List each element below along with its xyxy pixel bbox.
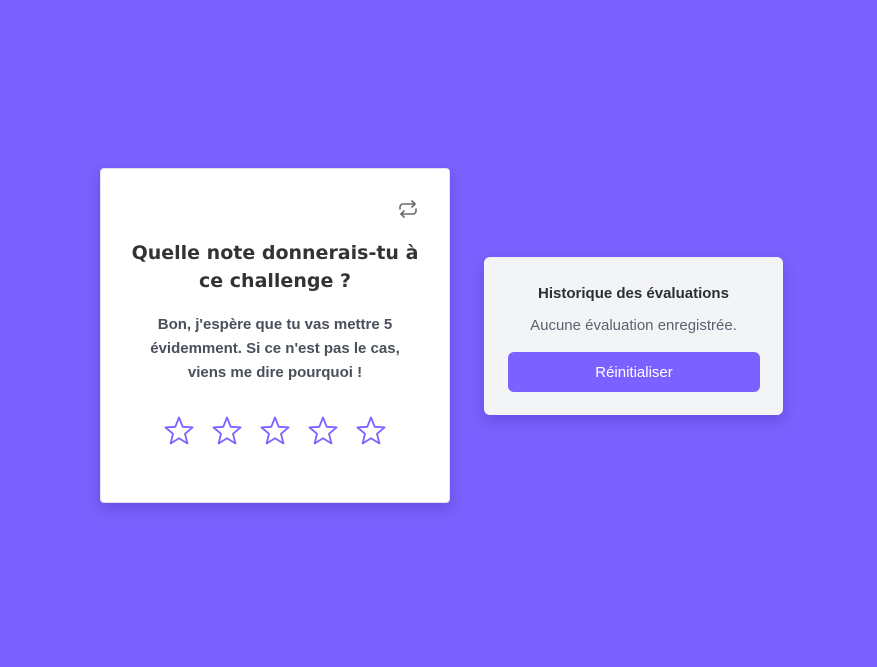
rating-question-title: Quelle note donnerais-tu à ce challenge … [131, 242, 419, 292]
star-2-icon[interactable] [211, 415, 243, 447]
star-4-icon[interactable] [307, 415, 339, 447]
history-title: Historique des évaluations [538, 285, 729, 302]
repeat-icon [399, 200, 417, 218]
rating-description: Bon, j'espère que tu vas mettre 5 évidem… [150, 316, 400, 381]
history-card: Historique des évaluations Aucune évalua… [484, 257, 783, 415]
star-1-icon[interactable] [163, 415, 195, 447]
history-empty-message: Aucune évaluation enregistrée. [530, 317, 737, 334]
refresh-button[interactable] [397, 199, 419, 219]
reset-button[interactable]: Réinitialiser [508, 352, 760, 392]
star-5-icon[interactable] [355, 415, 387, 447]
rating-card: Quelle note donnerais-tu à ce challenge … [100, 168, 450, 503]
star-3-icon[interactable] [259, 415, 291, 447]
star-rating [101, 415, 449, 447]
